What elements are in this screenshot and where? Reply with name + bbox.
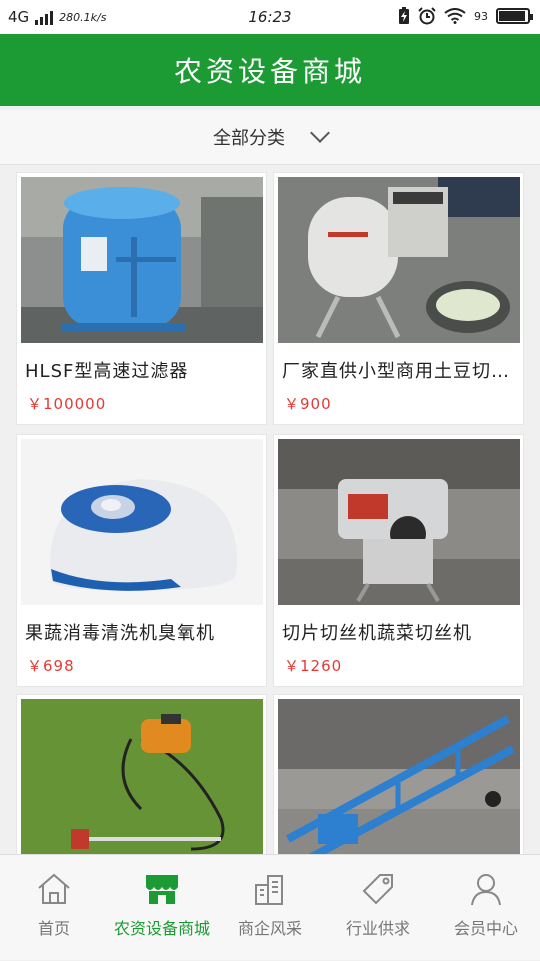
page-title: 农资设备商城 (173, 55, 366, 88)
home-icon (38, 873, 70, 904)
product-image (21, 439, 263, 605)
product-image (278, 177, 520, 343)
product-price: ￥100000 (27, 395, 107, 413)
tab-store[interactable]: 农资设备商城 (108, 855, 216, 961)
product-image (278, 699, 520, 854)
product-price: ￥698 (27, 657, 75, 675)
battery-percent: 93 (474, 9, 488, 23)
tab-label: 农资设备商城 (113, 919, 210, 938)
product-name: 切片切丝机蔬菜切丝机 (282, 623, 472, 644)
battery-charging-icon (399, 7, 409, 24)
alarm-icon (418, 7, 436, 25)
product-grid: HLSF型高速过滤器 ￥100000 厂家直供小型商用土豆切丝机 ￥900 果蔬… (16, 172, 524, 854)
tab-label: 行业供求 (345, 919, 410, 938)
product-card[interactable] (16, 694, 267, 854)
app-header: 农资设备商城 (0, 34, 540, 106)
buildings-icon (255, 875, 283, 905)
product-price: ￥1260 (284, 657, 343, 675)
product-name: HLSF型高速过滤器 (25, 361, 189, 382)
wifi-icon (444, 8, 466, 24)
category-filter[interactable]: 全部分类 (0, 110, 540, 165)
product-card[interactable] (273, 694, 524, 854)
product-name: 厂家直供小型商用土豆切丝机 (282, 361, 514, 382)
tab-label: 首页 (37, 919, 70, 938)
product-price: ￥900 (284, 395, 332, 413)
product-name: 果蔬消毒清洗机臭氧机 (25, 623, 215, 644)
status-bar: 4G 280.1k/s 16:23 93 (0, 0, 540, 34)
tab-home[interactable]: 首页 (0, 855, 108, 961)
product-image (21, 699, 263, 854)
product-card[interactable]: 果蔬消毒清洗机臭氧机 ￥698 (16, 434, 267, 687)
chevron-down-icon (310, 123, 330, 143)
store-icon (146, 875, 178, 904)
tab-company[interactable]: 商企风采 (216, 855, 324, 961)
tab-label: 会员中心 (453, 919, 518, 938)
product-card[interactable]: HLSF型高速过滤器 ￥100000 (16, 172, 267, 425)
tab-label: 商企风采 (237, 919, 302, 938)
tab-supply-demand[interactable]: 行业供求 (324, 855, 432, 961)
product-card[interactable]: 厂家直供小型商用土豆切丝机 ￥900 (273, 172, 524, 425)
bottom-tab-bar: 首页 农资设备商城 商企风采 行业供求 会员中心 (0, 854, 540, 960)
tag-icon (362, 874, 393, 905)
product-image (278, 439, 520, 605)
product-image (21, 177, 263, 343)
user-icon (471, 874, 501, 906)
battery-icon (496, 8, 533, 24)
status-right: 93 (398, 7, 533, 25)
tab-member[interactable]: 会员中心 (432, 855, 540, 961)
product-card[interactable]: 切片切丝机蔬菜切丝机 ￥1260 (273, 434, 524, 687)
category-filter-label: 全部分类 (213, 128, 285, 149)
